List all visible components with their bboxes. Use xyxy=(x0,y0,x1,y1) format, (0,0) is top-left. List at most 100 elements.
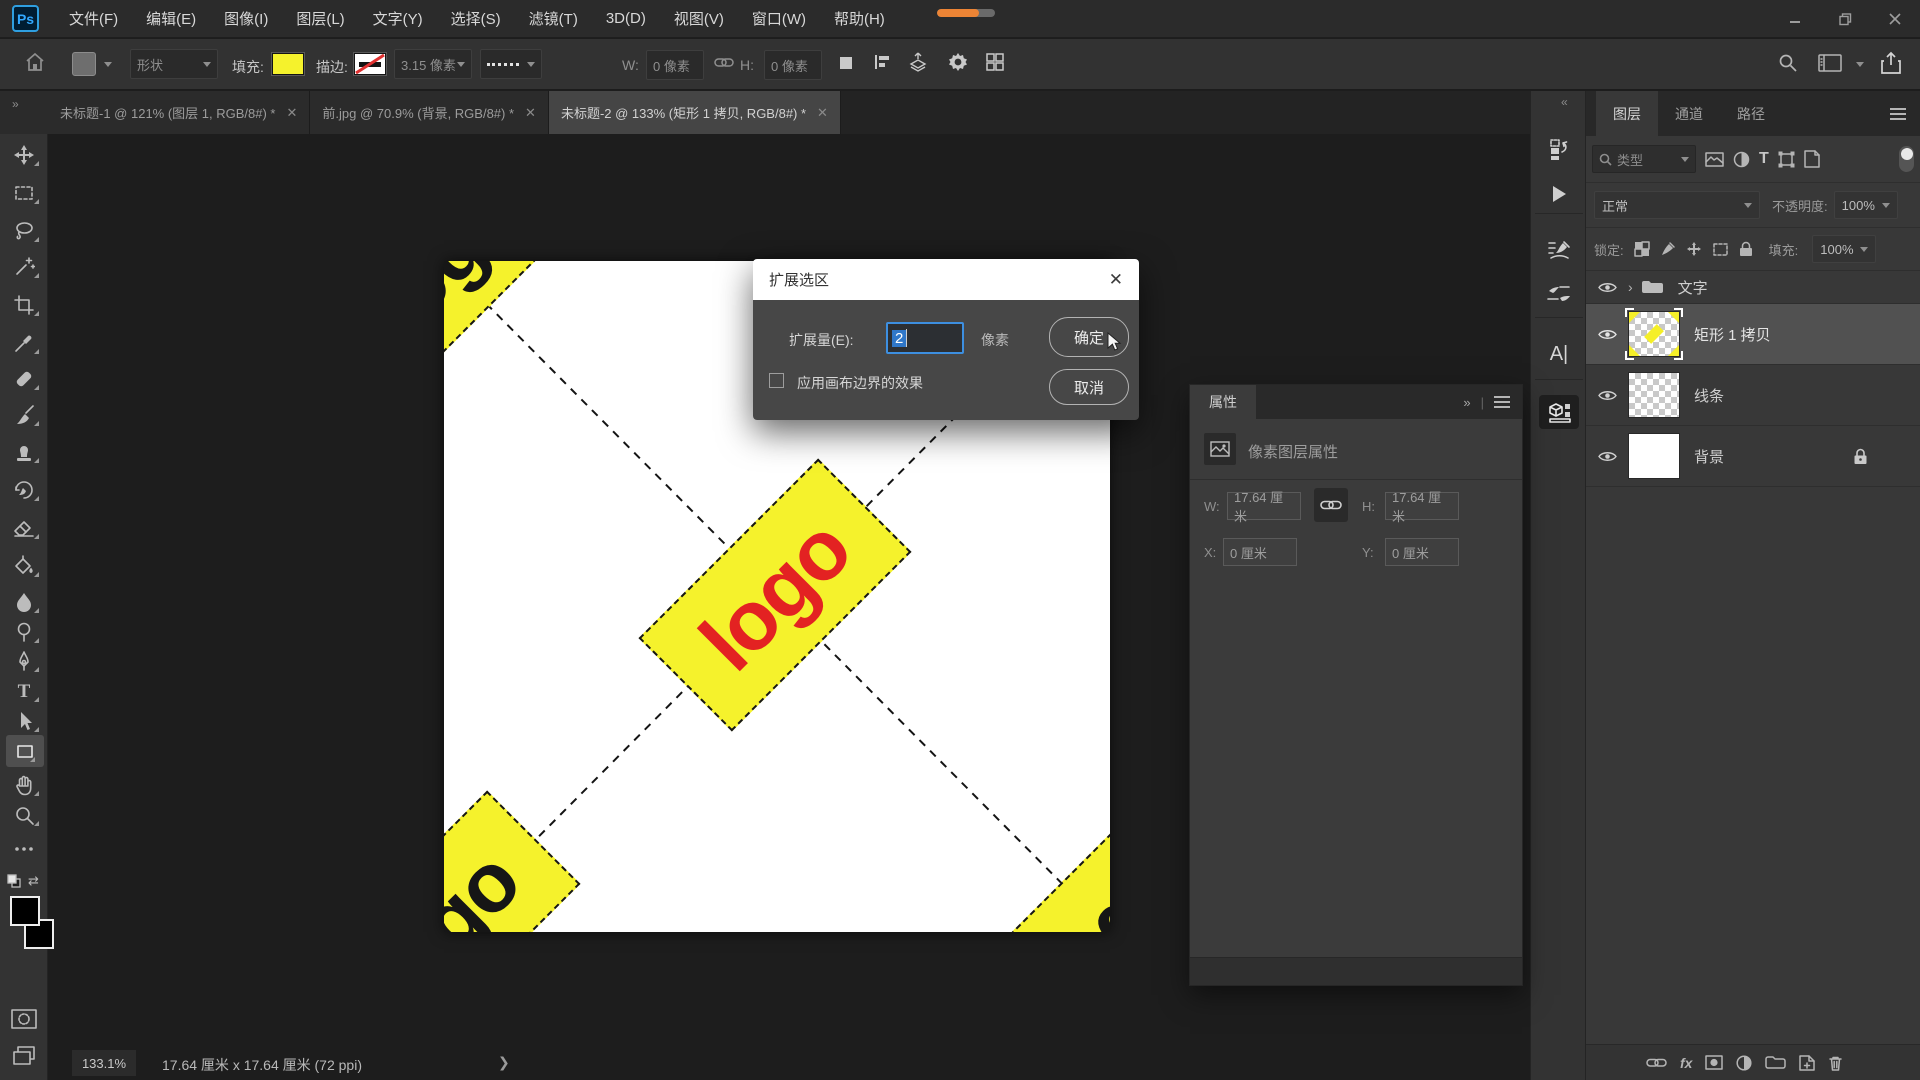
layer-filter-dropdown[interactable]: 类型 xyxy=(1592,145,1696,173)
search-icon[interactable] xyxy=(1778,53,1798,73)
lasso-tool[interactable] xyxy=(0,215,48,247)
tab-layers[interactable]: 图层 xyxy=(1596,91,1658,136)
path-selection-tool[interactable] xyxy=(0,705,48,737)
menu-type[interactable]: 文字(Y) xyxy=(359,0,437,38)
shape-h-field[interactable]: 0 像素 xyxy=(764,50,822,80)
default-colors-icon[interactable] xyxy=(6,873,22,889)
smart-object-filter-icon[interactable] xyxy=(1804,150,1820,168)
menu-layer[interactable]: 图层(L) xyxy=(282,0,358,38)
move-tool[interactable] xyxy=(0,139,48,171)
shape-layer-filter-icon[interactable] xyxy=(1778,151,1795,168)
tab-channels[interactable]: 通道 xyxy=(1658,91,1720,136)
type-tool[interactable]: T xyxy=(0,675,48,707)
brush-tool[interactable] xyxy=(0,399,48,431)
collapse-panel-icon[interactable]: » xyxy=(1463,395,1470,410)
actions-panel-icon[interactable] xyxy=(1531,177,1587,211)
adjustment-icon[interactable] xyxy=(1736,1055,1752,1071)
spot-healing-brush-tool[interactable] xyxy=(0,363,48,395)
group-expand-chevron-icon[interactable]: › xyxy=(1628,279,1633,295)
restore-icon[interactable] xyxy=(1820,0,1870,38)
clone-stamp-tool[interactable] xyxy=(0,436,48,468)
ok-button[interactable]: 确定 xyxy=(1049,317,1129,357)
crop-tool[interactable] xyxy=(0,289,48,321)
tool-preset-icon[interactable] xyxy=(72,52,96,76)
layer-thumbnail[interactable] xyxy=(1628,372,1680,418)
document-tab-2[interactable]: 前.jpg @ 70.9% (背景, RGB/8#) * ✕ xyxy=(310,91,549,134)
visibility-eye-icon[interactable] xyxy=(1586,450,1628,463)
add-mask-icon[interactable] xyxy=(1705,1055,1723,1070)
magic-wand-tool[interactable] xyxy=(0,251,48,283)
new-layer-icon[interactable] xyxy=(1799,1055,1815,1071)
hand-tool[interactable] xyxy=(0,769,48,801)
panel-menu-icon[interactable] xyxy=(1494,401,1510,403)
menu-edit[interactable]: 编辑(E) xyxy=(132,0,210,38)
menu-filter[interactable]: 滤镜(T) xyxy=(515,0,592,38)
canvas-bounds-checkbox[interactable] xyxy=(769,373,784,388)
close-tab-icon[interactable]: ✕ xyxy=(817,105,828,121)
lock-pixels-icon[interactable] xyxy=(1660,241,1676,257)
quick-mask-icon[interactable] xyxy=(0,1003,48,1035)
toolbar-collapse-icon[interactable]: » xyxy=(12,97,20,111)
tab-properties[interactable]: 属性 xyxy=(1190,385,1256,419)
layer-row-group[interactable]: › 文字 xyxy=(1586,271,1920,304)
tool-mode-dropdown[interactable]: 形状 xyxy=(130,49,218,79)
lock-all-icon[interactable] xyxy=(1739,241,1753,257)
minimize-icon[interactable] xyxy=(1770,0,1820,38)
path-operations-icon[interactable] xyxy=(838,55,854,71)
new-group-icon[interactable] xyxy=(1765,1055,1786,1070)
close-tab-icon[interactable]: ✕ xyxy=(525,105,536,121)
layer-row-background[interactable]: 背景 xyxy=(1586,426,1920,487)
menu-view[interactable]: 视图(V) xyxy=(660,0,738,38)
layers-menu-icon[interactable] xyxy=(1890,113,1906,115)
stroke-width-field[interactable]: 3.15 像素 xyxy=(394,49,472,79)
pixel-layer-filter-icon[interactable] xyxy=(1705,152,1724,167)
paint-bucket-tool[interactable] xyxy=(0,550,48,582)
zoom-level-field[interactable]: 133.1% xyxy=(72,1050,136,1076)
tool-preset-chevron-icon[interactable] xyxy=(104,62,112,67)
expand-amount-input[interactable]: 2 xyxy=(886,322,964,354)
rectangular-marquee-tool[interactable] xyxy=(0,177,48,209)
prop-h-field[interactable]: 17.64 厘米 xyxy=(1385,492,1459,520)
menu-3d[interactable]: 3D(D) xyxy=(592,0,660,38)
swap-colors-icon[interactable]: ⇄ xyxy=(28,873,39,889)
layer-thumbnail[interactable] xyxy=(1628,433,1680,479)
filter-toggle[interactable] xyxy=(1899,146,1914,172)
home-icon[interactable] xyxy=(24,51,46,73)
dock-collapse-icon[interactable]: « xyxy=(1561,95,1568,109)
workspace-layout-icon[interactable] xyxy=(986,53,1004,71)
history-panel-icon[interactable] xyxy=(1531,133,1587,167)
character-panel-icon[interactable]: A| xyxy=(1531,337,1587,371)
opacity-dropdown[interactable]: 100% xyxy=(1834,191,1898,219)
blend-mode-dropdown[interactable]: 正常 xyxy=(1594,191,1760,219)
fill-color-swatch[interactable] xyxy=(272,53,304,75)
menu-help[interactable]: 帮助(H) xyxy=(820,0,899,38)
dodge-tool[interactable] xyxy=(0,616,48,648)
visibility-eye-icon[interactable] xyxy=(1586,281,1628,294)
menu-file[interactable]: 文件(F) xyxy=(55,0,132,38)
zoom-tool[interactable] xyxy=(0,799,48,831)
tab-paths[interactable]: 路径 xyxy=(1720,91,1782,136)
menu-window[interactable]: 窗口(W) xyxy=(738,0,820,38)
link-dimensions-icon[interactable] xyxy=(714,55,734,69)
close-icon[interactable] xyxy=(1870,0,1920,38)
stroke-style-dropdown[interactable] xyxy=(480,49,542,79)
brush-settings-panel-icon[interactable] xyxy=(1531,233,1587,267)
workspace-chevron-icon[interactable] xyxy=(1856,62,1864,67)
blur-tool[interactable] xyxy=(0,586,48,618)
lock-artboard-icon[interactable] xyxy=(1712,242,1729,257)
eraser-tool[interactable] xyxy=(0,512,48,544)
status-chevron-icon[interactable]: ❯ xyxy=(498,1054,510,1071)
prop-x-field[interactable]: 0 厘米 xyxy=(1223,538,1297,566)
properties-panel-icon[interactable] xyxy=(1539,395,1579,429)
document-tab-1[interactable]: 未标题-1 @ 121% (图层 1, RGB/8#) * ✕ xyxy=(48,91,310,134)
path-alignment-icon[interactable] xyxy=(874,53,892,71)
visibility-eye-icon[interactable] xyxy=(1586,328,1628,341)
link-layers-icon[interactable] xyxy=(1646,1056,1667,1069)
gear-icon[interactable] xyxy=(948,52,968,72)
close-tab-icon[interactable]: ✕ xyxy=(286,105,297,121)
delete-layer-icon[interactable] xyxy=(1828,1055,1843,1071)
cancel-button[interactable]: 取消 xyxy=(1049,369,1129,405)
screen-mode-icon[interactable] xyxy=(0,1039,48,1071)
rectangle-tool[interactable] xyxy=(6,735,44,767)
fill-dropdown[interactable]: 100% xyxy=(1812,235,1876,263)
